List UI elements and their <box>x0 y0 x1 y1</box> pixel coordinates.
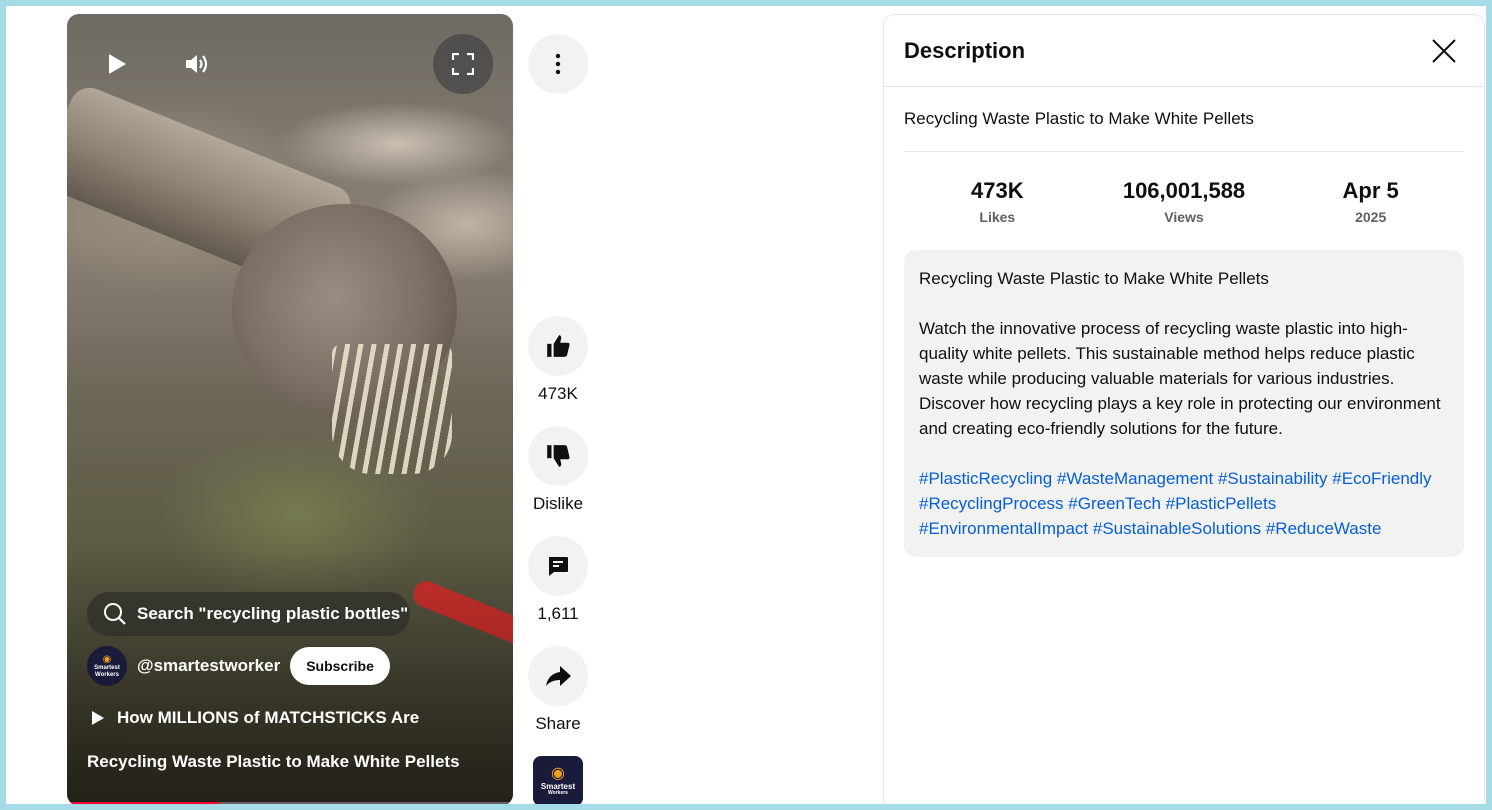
stat-date: Apr 5 2025 <box>1277 178 1464 225</box>
play-icon <box>109 54 126 74</box>
subscribe-button[interactable]: Subscribe <box>290 647 390 685</box>
more-options-button[interactable] <box>528 34 588 94</box>
stat-likes-value: 473K <box>971 177 1024 203</box>
channel-row: ◉ Smartest Workers @smartestworker Subsc… <box>87 644 417 688</box>
play-button[interactable] <box>93 40 141 88</box>
like-count: 473K <box>538 384 578 403</box>
dislike-action: Dislike <box>528 426 588 514</box>
fullscreen-icon <box>452 53 474 75</box>
hashtag-link[interactable]: #RecyclingProcess <box>919 494 1064 513</box>
thumbs-up-icon <box>547 335 570 357</box>
lightbulb-icon: ◉ <box>551 765 565 783</box>
description-body: Recycling Waste Plastic to Make White Pe… <box>884 87 1484 557</box>
thumbs-down-icon <box>547 445 570 467</box>
description-panel: Description Recycling Waste Plastic to M… <box>883 14 1485 810</box>
fullscreen-button[interactable] <box>433 34 493 94</box>
share-label: Share <box>535 714 581 733</box>
hashtag-link[interactable]: #PlasticRecycling <box>919 469 1052 488</box>
description-body-title: Recycling Waste Plastic to Make White Pe… <box>919 269 1269 288</box>
video-title-overlay[interactable]: Recycling Waste Plastic to Make White Pe… <box>87 752 460 772</box>
stat-date-year: 2025 <box>1355 208 1387 225</box>
hashtag-link[interactable]: #EnvironmentalImpact <box>919 519 1088 538</box>
hashtag-list: #PlasticRecycling #WasteManagement #Sust… <box>919 466 1449 541</box>
stat-views-value: 106,001,588 <box>1122 177 1246 203</box>
volume-icon <box>186 55 208 73</box>
comment-icon <box>549 557 568 576</box>
channel-handle[interactable]: @smartestworker <box>137 656 280 676</box>
close-icon <box>1432 38 1456 63</box>
channel-avatar[interactable]: ◉ Smartest Workers <box>87 646 127 686</box>
stat-likes-label: Likes <box>979 208 1016 225</box>
video-progress-bar[interactable] <box>67 802 513 806</box>
more-options <box>528 34 588 94</box>
dislike-label: Dislike <box>532 494 584 513</box>
video-frame-plastic-strands <box>332 344 452 474</box>
share-action: Share <box>528 646 588 734</box>
share-button[interactable] <box>528 646 588 706</box>
hashtag-link[interactable]: #PlasticPellets <box>1166 494 1277 513</box>
close-button[interactable] <box>1424 31 1464 71</box>
description-video-title: Recycling Waste Plastic to Make White Pe… <box>904 87 1464 152</box>
share-icon <box>546 666 571 686</box>
related-video-title: How MILLIONS of MATCHSTICKS Are <box>117 708 420 727</box>
related-video-link[interactable]: How MILLIONS of MATCHSTICKS Are <box>91 708 419 728</box>
comment-count: 1,611 <box>537 604 579 623</box>
stat-views: 106,001,588 Views <box>1091 178 1278 225</box>
description-heading: Description <box>904 37 1026 63</box>
stat-likes: 473K Likes <box>904 178 1091 225</box>
description-text-box: Recycling Waste Plastic to Make White Pe… <box>904 250 1464 557</box>
lightbulb-icon: ◉ <box>102 653 112 665</box>
volume-button[interactable] <box>173 40 221 88</box>
search-suggestion-pill[interactable]: Search "recycling plastic bottles" <box>87 592 410 636</box>
like-button[interactable] <box>528 316 588 376</box>
video-progress-fill <box>67 802 219 806</box>
channel-thumb-subtext: Workers <box>548 790 568 797</box>
avatar-subtext: Workers <box>95 671 119 678</box>
stats-row: 473K Likes 106,001,588 Views Apr 5 2025 <box>904 152 1464 250</box>
hashtag-link[interactable]: #Sustainability <box>1218 469 1328 488</box>
channel-thumbnail-button[interactable]: ◉ Smartest Workers <box>533 756 583 806</box>
hashtag-link[interactable]: #ReduceWaste <box>1266 519 1382 538</box>
comment-action: 1,611 <box>528 536 588 624</box>
hashtag-link[interactable]: #SustainableSolutions <box>1093 519 1261 538</box>
dislike-button[interactable] <box>528 426 588 486</box>
play-small-icon <box>92 711 104 725</box>
avatar-text: Smartest <box>94 664 120 671</box>
search-suggestion-label: Search "recycling plastic bottles" <box>137 604 409 623</box>
hashtag-link[interactable]: #EcoFriendly <box>1332 469 1431 488</box>
video-player[interactable]: Search "recycling plastic bottles" ◉ Sma… <box>67 14 513 806</box>
stat-date-value: Apr 5 <box>1342 177 1399 203</box>
search-icon <box>104 603 126 625</box>
description-body-text: Watch the innovative process of recyclin… <box>919 319 1441 438</box>
hashtag-link[interactable]: #GreenTech <box>1068 494 1161 513</box>
stat-views-label: Views <box>1164 208 1204 225</box>
comments-button[interactable] <box>528 536 588 596</box>
more-vert-icon <box>555 53 561 75</box>
hashtag-link[interactable]: #WasteManagement <box>1057 469 1213 488</box>
like-action: 473K <box>528 316 588 404</box>
description-header: Description <box>884 15 1484 87</box>
